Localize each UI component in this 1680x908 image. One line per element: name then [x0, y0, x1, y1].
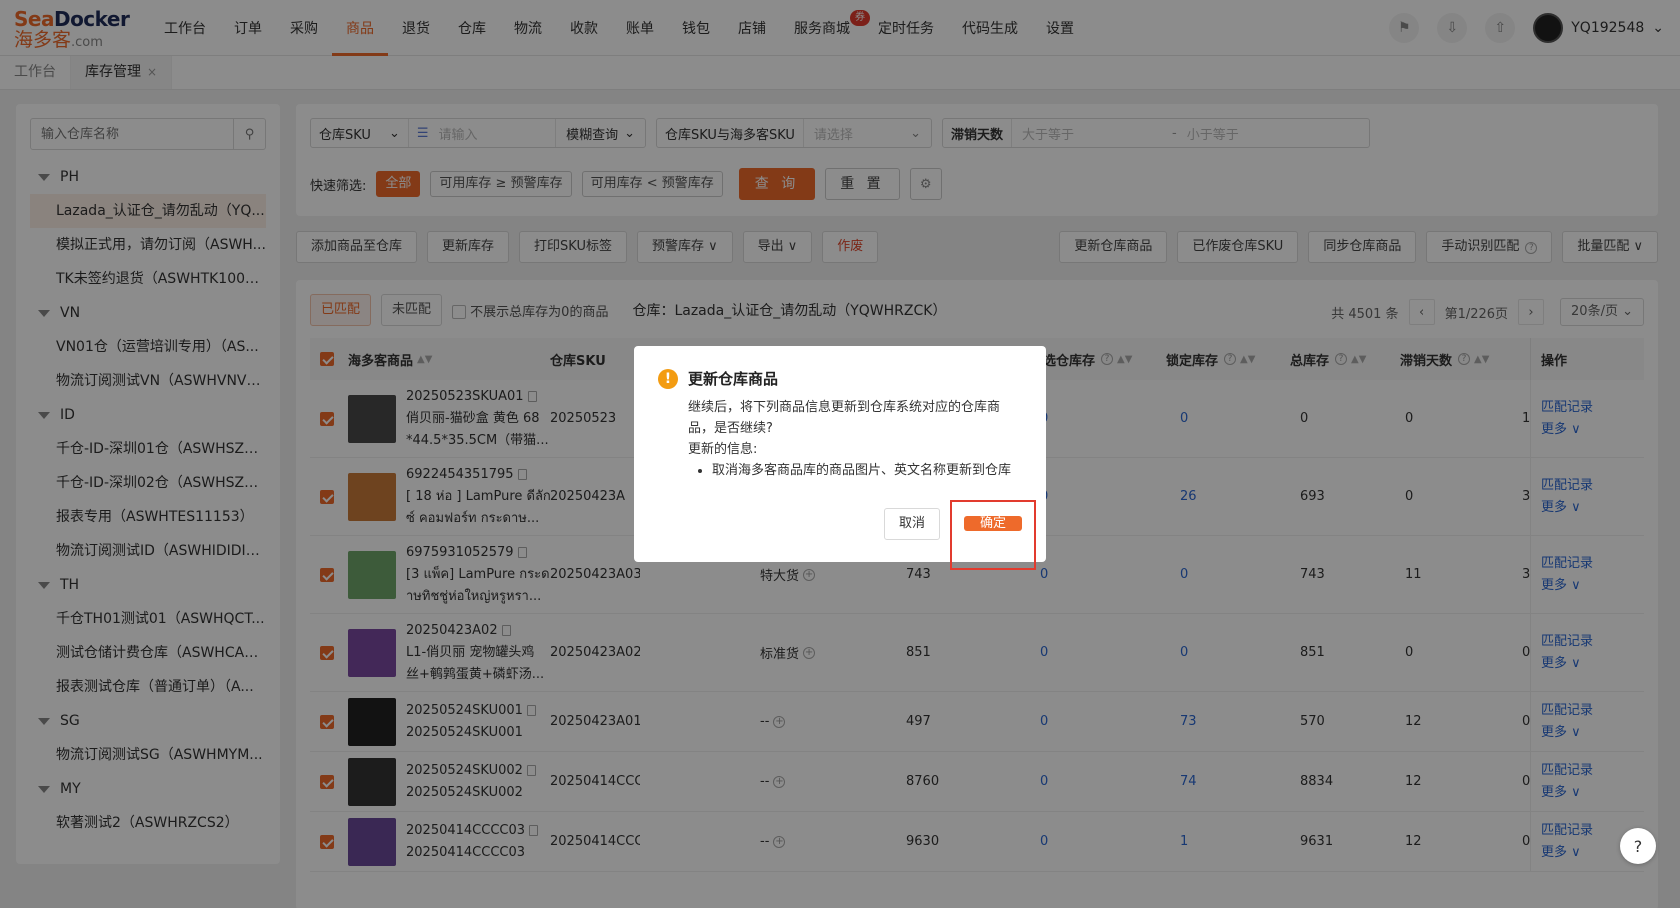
update-products-dialog: ! 更新仓库商品 继续后，将下列商品信息更新到仓库系统对应的仓库商 品，是否继续… [634, 346, 1046, 570]
confirm-highlight: 确定 [949, 500, 1036, 570]
dialog-body: 继续后，将下列商品信息更新到仓库系统对应的仓库商 品，是否继续? 更新的信息: … [688, 397, 1022, 481]
confirm-button[interactable]: 确定 [963, 516, 1022, 531]
cancel-button[interactable]: 取消 [883, 508, 940, 540]
help-button[interactable]: ? [1620, 828, 1656, 864]
dialog-title: 更新仓库商品 [688, 370, 779, 388]
warning-icon: ! [658, 368, 678, 389]
